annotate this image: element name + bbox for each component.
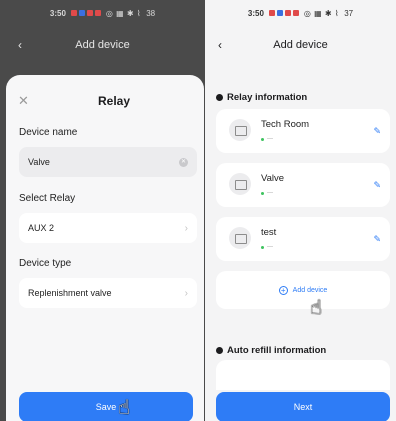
select-relay-label: Select Relay <box>19 193 76 204</box>
relay-name: test <box>261 227 277 238</box>
online-dot-icon <box>261 191 264 195</box>
save-button[interactable]: Save <box>19 392 193 421</box>
edit-icon[interactable]: ✎ <box>373 180 381 191</box>
section-bullet-icon <box>216 346 223 354</box>
plus-circle-icon: + <box>278 285 288 295</box>
relay-section-header: Relay information <box>205 87 396 107</box>
relay-section-title: Relay information <box>227 91 308 103</box>
device-type-value: Replenishment valve <box>28 288 112 298</box>
left-screen: 3:50 ◎ ▦ ✱ ⌇ 38 ‹ Add device ✕ Relay Dev… <box>0 0 205 421</box>
page-title: Add device <box>75 39 130 51</box>
back-icon[interactable]: ‹ <box>18 38 22 52</box>
relay-name: Tech Room <box>261 119 310 130</box>
close-icon[interactable]: ✕ <box>18 93 29 109</box>
select-relay-dropdown[interactable]: AUX 2 › <box>19 213 197 243</box>
right-screen: 3:50 ◎ ▦ ✱ ⌇ 37 ‹ Add device Relay infor… <box>205 0 396 421</box>
section-bullet-icon <box>216 93 223 101</box>
add-device-label: Add device <box>292 286 328 294</box>
relay-sheet: ✕ Relay Device name Valve ✕ Select Relay… <box>6 75 204 421</box>
auto-refill-card[interactable] <box>216 360 390 390</box>
sheet-header: ✕ Relay <box>6 75 204 127</box>
status-bar: 3:50 ◎ ▦ ✱ ⌇ 37 <box>205 0 396 26</box>
device-name-label: Device name <box>19 127 78 138</box>
status-bar: 3:50 ◎ ▦ ✱ ⌇ 38 <box>0 0 205 26</box>
relay-card[interactable]: test --- ✎ <box>216 217 390 261</box>
online-dot-icon <box>261 137 264 141</box>
relay-device-icon <box>229 119 251 141</box>
signal-icons: ◎ ▦ ✱ ⌇ <box>303 8 340 18</box>
hand-cursor-icon: ☝ <box>118 397 131 419</box>
device-type-label: Device type <box>19 258 72 269</box>
header: ‹ Add device <box>0 26 205 64</box>
relay-name: Valve <box>261 173 285 184</box>
notification-icons <box>70 10 101 16</box>
add-device-button[interactable]: + Add device <box>216 271 390 309</box>
select-relay-value: AUX 2 <box>28 223 55 233</box>
clear-icon[interactable]: ✕ <box>179 157 188 167</box>
next-button[interactable]: Next <box>216 392 390 421</box>
signal-icons: ◎ ▦ ✱ ⌇ <box>105 8 142 18</box>
chevron-right-icon: › <box>184 287 188 299</box>
device-type-dropdown[interactable]: Replenishment valve › <box>19 278 197 308</box>
relay-card[interactable]: Valve --- ✎ <box>216 163 390 207</box>
relay-device-icon <box>229 227 251 249</box>
relay-status: --- <box>261 136 273 142</box>
edit-icon[interactable]: ✎ <box>373 234 381 245</box>
sheet-title: Relay <box>97 94 131 108</box>
back-icon[interactable]: ‹ <box>218 38 222 52</box>
notification-icons <box>268 10 299 16</box>
online-dot-icon <box>261 245 264 249</box>
battery-icon: 37 <box>344 8 354 18</box>
battery-icon: 38 <box>146 8 156 18</box>
status-time: 3:50 <box>247 8 264 18</box>
header: ‹ Add device <box>205 26 396 64</box>
device-name-value: Valve <box>28 157 50 167</box>
auto-refill-section-header: Auto refill information <box>205 340 326 360</box>
page-title: Add device <box>273 39 328 51</box>
relay-card[interactable]: Tech Room --- ✎ <box>216 109 390 153</box>
status-time: 3:50 <box>49 8 66 18</box>
relay-status: --- <box>261 190 273 196</box>
hand-cursor-icon: ☝ <box>310 297 323 319</box>
chevron-right-icon: › <box>184 222 188 234</box>
edit-icon[interactable]: ✎ <box>373 126 381 137</box>
relay-status: --- <box>261 244 273 250</box>
device-name-field[interactable]: Valve ✕ <box>19 147 197 177</box>
auto-refill-title: Auto refill information <box>227 344 327 356</box>
relay-device-icon <box>229 173 251 195</box>
